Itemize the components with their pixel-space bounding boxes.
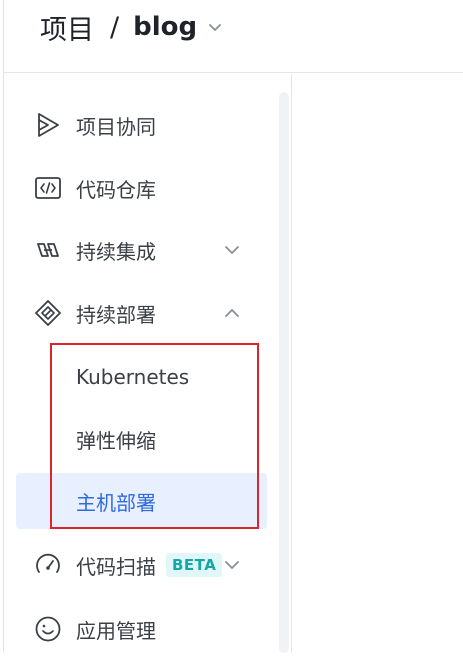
chevron-down-icon[interactable] — [222, 240, 242, 260]
chevron-down-icon[interactable] — [207, 19, 223, 35]
sidebar-subitem-label: Kubernetes — [76, 365, 190, 389]
sidebar-subitem-autoscaling[interactable]: 弹性伸缩 — [16, 411, 267, 467]
sidebar-subitem-host-deploy[interactable]: 主机部署 — [16, 473, 267, 529]
smile-circle-icon — [34, 615, 62, 643]
beta-badge: BETA — [166, 553, 223, 577]
sidebar-subitem-label: 主机部署 — [76, 490, 156, 515]
sidebar-item-label: 代码扫描 — [76, 554, 156, 579]
header: 项目 / blog — [4, 0, 463, 73]
breadcrumb-separator: / — [110, 11, 120, 43]
breadcrumb-repo-name[interactable]: blog — [133, 12, 197, 42]
gauge-icon — [34, 551, 62, 579]
chevron-up-icon[interactable] — [222, 303, 242, 323]
play-triangle-icon — [34, 111, 62, 139]
sidebar-item-label: 持续部署 — [76, 302, 156, 327]
sidebar-item-project-collab[interactable]: 项目协同 — [16, 97, 267, 153]
chevron-down-icon[interactable] — [222, 555, 242, 575]
sidebar-item-app-management[interactable]: 应用管理 — [16, 601, 267, 657]
breadcrumb-project[interactable]: 项目 — [40, 8, 94, 47]
deploy-diamond-icon — [34, 299, 62, 327]
sidebar-item-label: 项目协同 — [76, 114, 156, 139]
code-brackets-icon — [34, 174, 62, 202]
sidebar-item-code-repo[interactable]: 代码仓库 — [16, 160, 267, 216]
sidebar: 项目协同 代码仓库 持续集成 持续部署 Kubernetes 弹性伸缩 主机部署… — [4, 74, 291, 653]
sidebar-divider — [291, 74, 292, 653]
sidebar-item-label: 持续集成 — [76, 239, 156, 264]
sidebar-item-label: 应用管理 — [76, 618, 156, 643]
sidebar-item-code-scan[interactable]: 代码扫描 BETA — [16, 537, 267, 593]
sidebar-subitem-label: 弹性伸缩 — [76, 428, 156, 453]
breadcrumb: 项目 / blog — [40, 8, 223, 47]
sidebar-item-label: 代码仓库 — [76, 177, 156, 202]
sidebar-item-ci[interactable]: 持续集成 — [16, 222, 267, 278]
sidebar-item-cd[interactable]: 持续部署 — [16, 285, 267, 341]
infinity-links-icon — [34, 236, 62, 264]
sidebar-subitem-kubernetes[interactable]: Kubernetes — [16, 349, 267, 405]
sidebar-scrollbar[interactable] — [279, 92, 289, 653]
